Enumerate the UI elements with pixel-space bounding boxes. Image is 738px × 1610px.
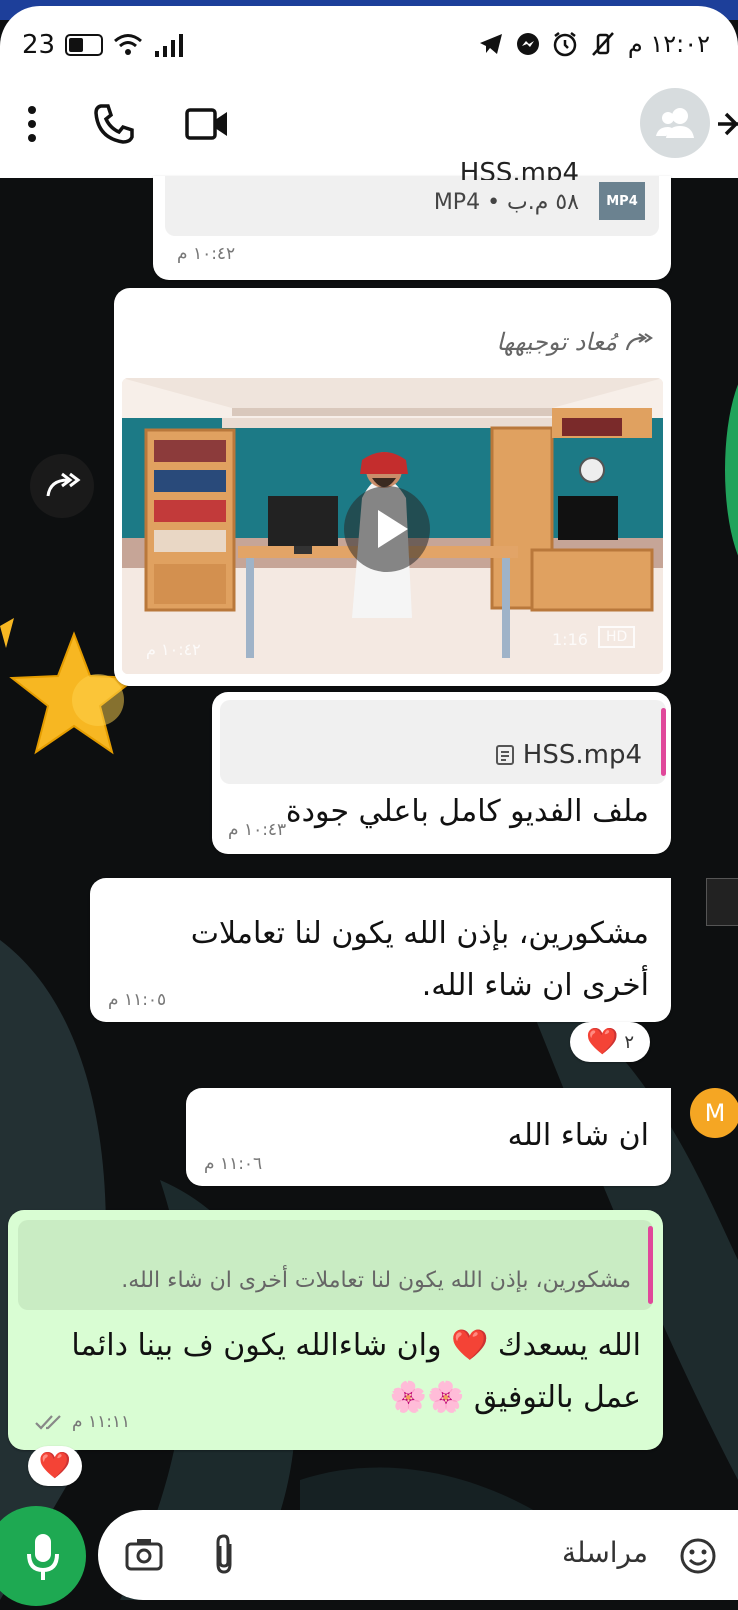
wifi-icon xyxy=(114,34,143,55)
more-options-icon[interactable] xyxy=(22,102,42,146)
message-outgoing-reply[interactable]: مشكورين، بإذن الله يكون لنا تعاملات أخرى… xyxy=(8,1210,663,1450)
emoji-icon[interactable] xyxy=(678,1536,718,1576)
hd-badge: HD xyxy=(598,626,636,648)
status-left: 23 xyxy=(22,30,187,60)
file-name-partial: HSS.mp4 xyxy=(459,158,579,180)
message-file-1[interactable]: HSS.mp4 ٥٨ م.ب • MP4 MP4 ١٠:٤٢ م xyxy=(153,158,671,280)
sender-avatar[interactable]: M xyxy=(690,1088,738,1138)
message-text: مشكورين، بإذن الله يكون لنا تعاملات أخرى… xyxy=(190,916,649,1003)
mic-button[interactable] xyxy=(0,1506,86,1606)
alarm-icon xyxy=(553,32,577,57)
video-thumbnail[interactable]: 1:16 HD ١٠:٤٢ م xyxy=(122,378,663,674)
battery-icon xyxy=(65,34,104,56)
read-receipt-icon xyxy=(35,1415,61,1430)
status-right: ١٢:٠٢ م xyxy=(478,30,710,58)
file-type-badge: MP4 xyxy=(599,182,645,220)
message-time: ١٠:٤٣ م xyxy=(228,820,287,840)
channel-thumbnail xyxy=(706,878,738,926)
message-incoming-1[interactable]: مشكورين، بإذن الله يكون لنا تعاملات أخرى… xyxy=(90,878,671,1022)
quoted-text: مشكورين، بإذن الله يكون لنا تعاملات أخرى… xyxy=(121,1268,631,1293)
message-time: ١١:١١ م xyxy=(72,1412,131,1432)
forward-icon xyxy=(46,472,81,497)
reaction-badge[interactable]: ❤️ xyxy=(28,1446,82,1486)
message-composer[interactable]: مراسلة xyxy=(98,1510,738,1600)
video-call-icon[interactable] xyxy=(184,102,230,146)
heart-icon: ❤️ xyxy=(585,1027,619,1057)
message-time: ١١:٠٥ م xyxy=(108,990,167,1010)
status-bar: 23 ١٢:٠٢ م xyxy=(0,26,738,66)
clock: ١٢:٠٢ م xyxy=(627,30,710,58)
file-card[interactable]: HSS.mp4 xyxy=(220,700,666,784)
document-icon xyxy=(495,745,514,765)
file-highlight-bar xyxy=(661,708,666,776)
vibrate-off-icon xyxy=(591,32,614,56)
message-input[interactable]: مراسلة xyxy=(562,1536,648,1569)
messenger-icon xyxy=(516,33,539,55)
message-video[interactable]: مُعاد توجيهها 1:16 HD ١٠:٤٢ م xyxy=(114,288,671,686)
signal-icon xyxy=(155,34,184,57)
message-text: الله يسعدك ❤️ وان شاءالله يكون ف بينا دا… xyxy=(71,1328,641,1415)
group-icon xyxy=(656,108,694,138)
contact-avatar[interactable] xyxy=(640,88,710,158)
quote-bar xyxy=(648,1226,653,1304)
file-row: HSS.mp4 xyxy=(495,740,642,770)
video-time: ١٠:٤٢ م xyxy=(146,640,201,659)
microphone-icon xyxy=(27,1534,59,1580)
message-incoming-2[interactable]: ان شاء الله ١١:٠٦ م xyxy=(186,1088,671,1186)
forward-shortcut-button[interactable] xyxy=(30,454,94,518)
voice-call-icon[interactable] xyxy=(92,102,136,146)
telegram-icon xyxy=(479,34,502,54)
reaction-badge[interactable]: ❤️ ٢ xyxy=(570,1022,650,1062)
attach-icon[interactable] xyxy=(212,1532,236,1576)
battery-level: 23 xyxy=(22,30,56,60)
forwarded-label: مُعاد توجيهها xyxy=(496,328,653,356)
reaction-count: ٢ xyxy=(624,1031,635,1053)
quoted-message[interactable]: مشكورين، بإذن الله يكون لنا تعاملات أخرى… xyxy=(18,1220,653,1310)
message-text: ان شاء الله xyxy=(507,1118,649,1153)
star-edge-decoration xyxy=(0,618,14,648)
heart-icon: ❤️ xyxy=(38,1451,72,1481)
play-icon xyxy=(378,510,408,548)
video-duration: 1:16 xyxy=(552,630,588,649)
play-button[interactable] xyxy=(344,486,430,572)
chat-header xyxy=(0,82,738,172)
file-meta: ٥٨ م.ب • MP4 xyxy=(433,190,579,215)
message-file-caption[interactable]: HSS.mp4 ملف الفديو كامل باعلي جودة ١٠:٤٣… xyxy=(212,692,671,854)
message-time: ١٠:٤٢ م xyxy=(177,244,236,264)
message-time: ١١:٠٦ م xyxy=(204,1154,263,1174)
file-card[interactable]: HSS.mp4 ٥٨ م.ب • MP4 MP4 xyxy=(165,158,659,236)
camera-icon[interactable] xyxy=(124,1536,164,1572)
back-arrow-icon[interactable] xyxy=(716,104,738,144)
message-text: ملف الفديو كامل باعلي جودة xyxy=(285,794,649,829)
message-meta: ١١:١١ م xyxy=(34,1412,130,1432)
background-circle-green xyxy=(725,384,738,556)
forward-icon xyxy=(625,333,653,351)
